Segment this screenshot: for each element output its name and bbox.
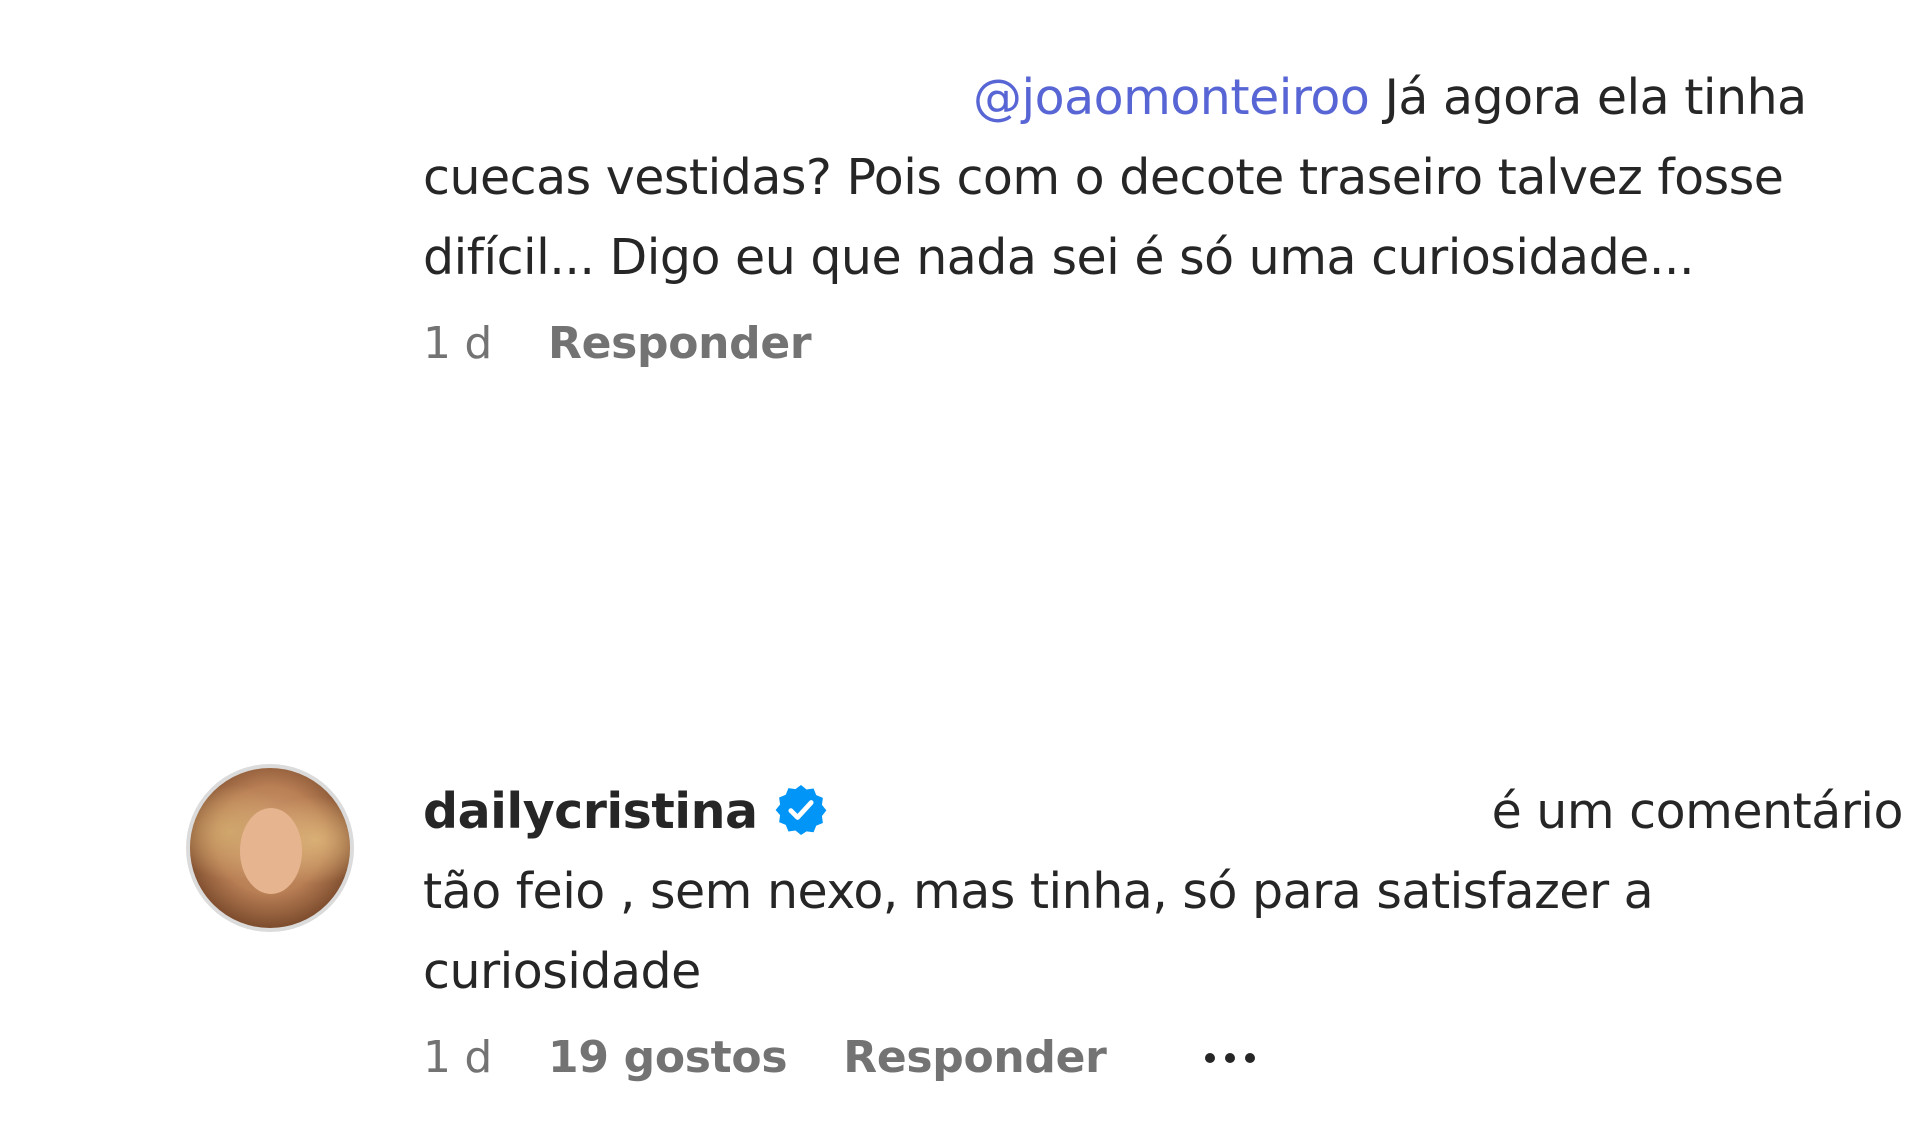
verified-badge-icon (775, 784, 826, 835)
comment-time[interactable]: 1 d (423, 318, 492, 369)
avatar[interactable] (186, 764, 354, 932)
comments-panel: @joaomonteiroo Já agora ela tinha cuecas… (0, 0, 1920, 1138)
dot (1204, 1052, 1215, 1063)
username-link[interactable]: dailycristina (423, 783, 758, 840)
reply-button[interactable]: Responder (548, 318, 812, 369)
comment: dailycristina é um comentário tão feio ,… (423, 772, 1904, 1083)
likes-count[interactable]: 19 gostos (548, 1032, 788, 1083)
reply-button[interactable]: Responder (843, 1032, 1107, 1083)
mention-link[interactable]: @joaomonteiroo (973, 69, 1370, 126)
comment-time[interactable]: 1 d (423, 1032, 492, 1083)
comment-text: tão feio , sem nexo, mas tinha, só para … (423, 863, 1654, 1000)
comment-reply: @joaomonteiroo Já agora ela tinha cuecas… (423, 58, 1903, 369)
more-options-icon[interactable] (1204, 1052, 1255, 1063)
comment-meta: 1 d Responder (423, 318, 1903, 369)
dot (1244, 1052, 1255, 1063)
comment-text: @joaomonteiroo Já agora ela tinha cuecas… (423, 58, 1903, 298)
dot (1224, 1052, 1235, 1063)
comment-meta: 1 d 19 gostos Responder (423, 1032, 1903, 1083)
avatar-face (240, 808, 302, 894)
comment-text-start: é um comentário (1491, 783, 1904, 840)
comment-header-line: dailycristina é um comentário (423, 772, 1904, 852)
